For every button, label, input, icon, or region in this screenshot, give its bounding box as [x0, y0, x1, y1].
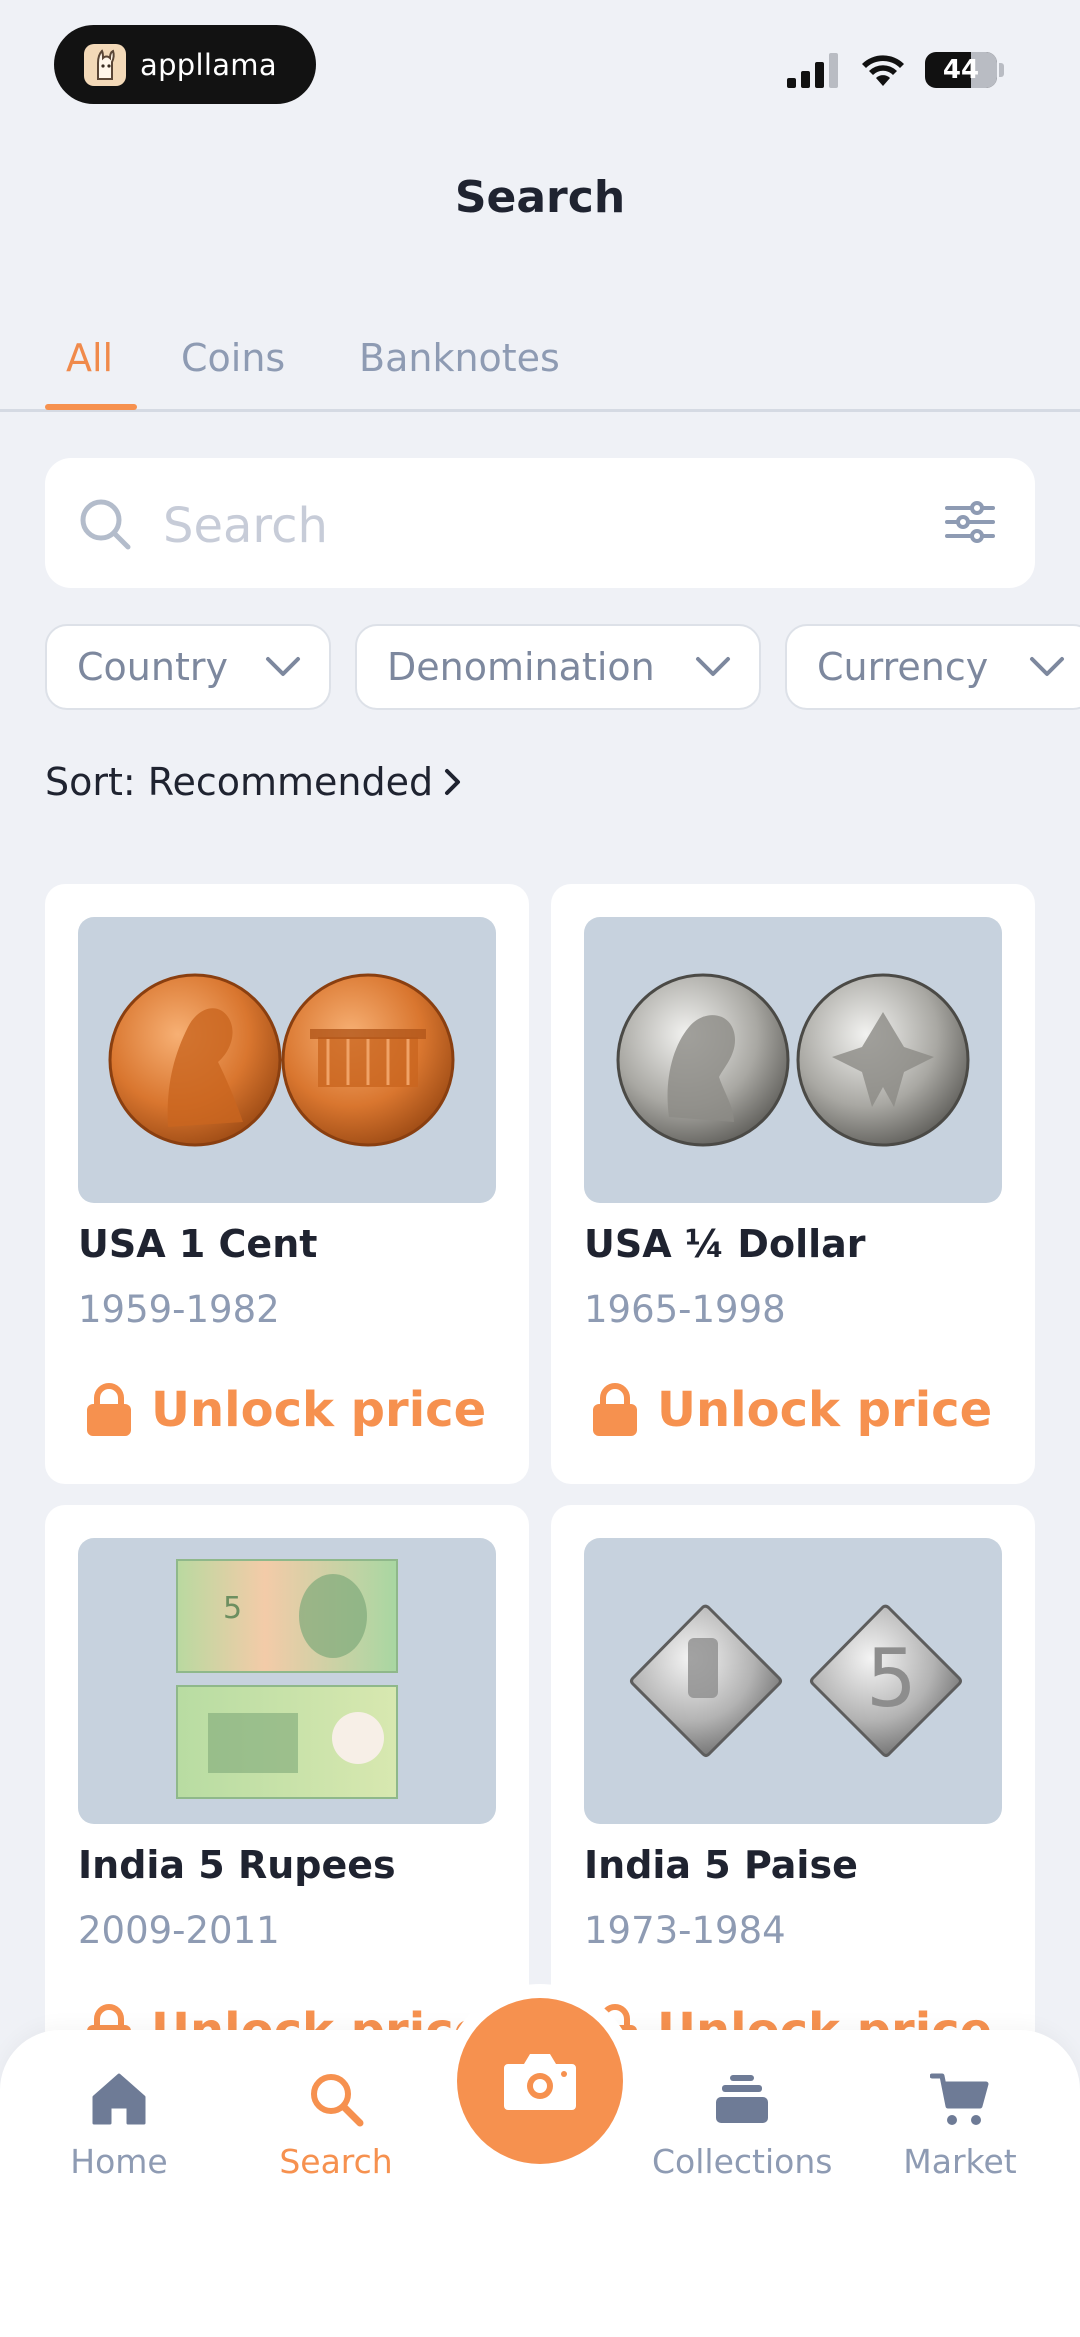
item-years: 1965-1998 [584, 1288, 786, 1331]
nav-home[interactable]: Home [29, 2066, 209, 2181]
chevron-down-icon [696, 657, 730, 676]
app-pill-name: appllama [140, 47, 277, 82]
search-placeholder: Search [163, 498, 328, 554]
search-screen: appllama 44 Search All Coins Banknotes S… [0, 0, 1080, 2337]
filter-chips: Country Denomination Currency [45, 624, 1080, 710]
llama-logo-icon [84, 43, 126, 86]
item-years: 1959-1982 [78, 1288, 280, 1331]
nav-search[interactable]: Search [246, 2066, 426, 2181]
item-card[interactable]: 5 India 5 Rupees 2009-2011 Unlock price [45, 1505, 529, 2105]
item-title: India 5 Paise [584, 1843, 858, 1887]
chevron-down-icon [266, 657, 300, 676]
camera-icon [504, 2054, 576, 2110]
svg-text:5: 5 [223, 1591, 242, 1626]
item-title: USA 1 Cent [78, 1222, 318, 1266]
tab-all[interactable]: All [66, 330, 113, 412]
wifi-icon [862, 55, 904, 86]
nav-label: Search [279, 2142, 393, 2181]
nav-market[interactable]: Market [870, 2066, 1050, 2181]
tab-banknotes[interactable]: Banknotes [359, 330, 560, 412]
chip-label: Country [77, 645, 228, 689]
search-input[interactable]: Search [45, 458, 1035, 588]
page-title: Search [454, 172, 626, 223]
battery-level: 44 [942, 55, 980, 85]
tab-bar: All Coins Banknotes [0, 330, 1080, 412]
search-icon [80, 499, 131, 550]
camera-scan-button[interactable] [457, 1998, 623, 2164]
svg-text:5: 5 [866, 1632, 917, 1725]
status-bar: appllama 44 [0, 0, 1080, 130]
chevron-down-icon [1030, 657, 1064, 676]
country-filter-chip[interactable]: Country [45, 624, 331, 710]
home-icon [92, 2073, 146, 2125]
app-pill[interactable]: appllama [54, 25, 316, 104]
status-icons: 44 [787, 50, 1004, 90]
nav-collections[interactable]: Collections [652, 2066, 832, 2181]
active-tab-indicator [45, 404, 137, 410]
chip-label: Denomination [387, 645, 655, 689]
item-title: India 5 Rupees [78, 1843, 396, 1887]
currency-filter-chip[interactable]: Currency [785, 624, 1080, 710]
nav-label: Market [903, 2142, 1017, 2181]
cart-icon [930, 2073, 989, 2125]
item-years: 2009-2011 [78, 1909, 280, 1952]
unlock-price-label: Unlock price [657, 1382, 993, 1438]
unlock-price-button[interactable]: Unlock price [85, 1382, 486, 1438]
item-card[interactable]: USA 1 Cent 1959-1982 Unlock price [45, 884, 529, 1484]
unlock-price-button[interactable]: Unlock price [591, 1382, 992, 1438]
coin-image: 5 [584, 1538, 1002, 1824]
coin-image [584, 917, 1002, 1203]
battery-tip [999, 63, 1004, 77]
search-icon [311, 2074, 364, 2127]
unlock-price-label: Unlock price [151, 1382, 487, 1438]
nav-label: Collections [652, 2142, 833, 2181]
tab-coins[interactable]: Coins [181, 330, 285, 412]
battery-icon: 44 [925, 52, 997, 88]
denomination-filter-chip[interactable]: Denomination [355, 624, 761, 710]
nav-label: Home [70, 2142, 168, 2181]
sort-selector[interactable]: Sort: Recommended [45, 760, 463, 804]
item-card[interactable]: USA ¼ Dollar 1965-1998 Unlock price [551, 884, 1035, 1484]
sort-label: Sort: Recommended [45, 760, 434, 804]
cellular-signal-icon [787, 53, 838, 88]
item-years: 1973-1984 [584, 1909, 786, 1952]
lock-icon [593, 1383, 637, 1436]
lock-icon [87, 1383, 131, 1436]
filter-sliders-icon[interactable] [945, 500, 995, 544]
item-title: USA ¼ Dollar [584, 1222, 866, 1266]
stack-icon [716, 2075, 768, 2123]
banknote-image: 5 [78, 1538, 496, 1824]
chip-label: Currency [817, 645, 989, 689]
item-card[interactable]: 5 India 5 Paise 1973-1984 Unlock price [551, 1505, 1035, 2105]
chevron-right-icon [445, 769, 461, 795]
coin-image [78, 917, 496, 1203]
